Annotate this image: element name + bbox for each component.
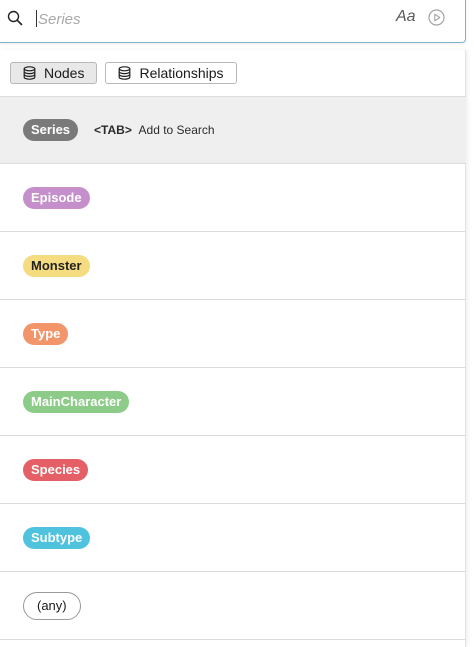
tab-key-hint: <TAB> <box>94 123 132 137</box>
search-icon <box>7 10 23 26</box>
suggestion-any[interactable]: (any) <box>0 572 466 640</box>
suggestion-series[interactable]: Series <TAB> Add to Search <box>0 96 466 164</box>
suggestion-monster[interactable]: Monster <box>0 232 466 300</box>
suggestion-species[interactable]: Species <box>0 436 466 504</box>
suggestion-subtype[interactable]: Subtype <box>0 504 466 572</box>
tab-hint-text: Add to Search <box>138 123 215 137</box>
tab-nodes[interactable]: Nodes <box>10 62 98 84</box>
match-case-toggle[interactable]: Aa <box>396 8 416 26</box>
suggestion-maincharacter[interactable]: MainCharacter <box>0 368 466 436</box>
label-pill: Monster <box>23 254 90 277</box>
label-pill: Type <box>23 322 69 345</box>
database-icon <box>23 66 36 80</box>
scope-tabs: Nodes Relationships <box>10 62 237 84</box>
label-pill-any: (any) <box>23 591 81 620</box>
label-pill: Subtype <box>23 526 91 549</box>
search-bar: Aa <box>0 0 466 43</box>
tab-nodes-label: Nodes <box>44 65 85 81</box>
search-input[interactable] <box>38 8 378 30</box>
label-pill: Episode <box>23 186 90 209</box>
autocomplete-panel: Nodes Relationships Series <TAB> Add to … <box>0 50 466 647</box>
label-pill: Species <box>23 458 89 481</box>
tab-relationships-label: Relationships <box>139 65 224 81</box>
label-suggestion-list: Series <TAB> Add to Search Episode Monst… <box>0 96 466 640</box>
play-circle-icon[interactable] <box>428 9 445 26</box>
tab-hint: <TAB> Add to Search <box>94 123 215 137</box>
suggestion-type[interactable]: Type <box>0 300 466 368</box>
label-pill: MainCharacter <box>23 390 130 413</box>
database-icon <box>119 66 131 80</box>
suggestion-episode[interactable]: Episode <box>0 164 466 232</box>
text-cursor <box>36 10 37 27</box>
label-pill: Series <box>23 119 79 141</box>
tab-relationships[interactable]: Relationships <box>105 62 237 84</box>
